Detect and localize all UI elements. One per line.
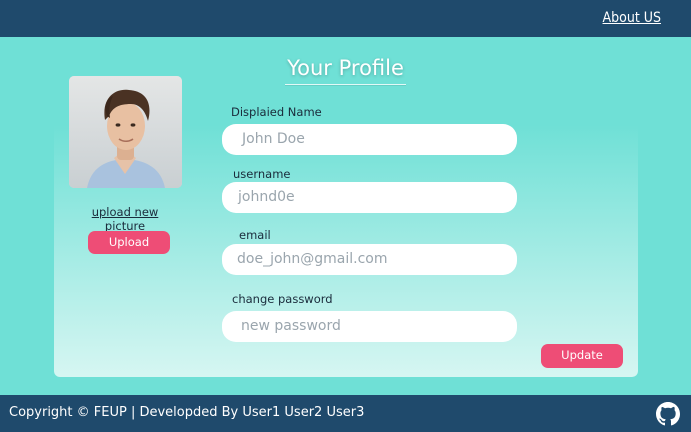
page-title-text: Your Profile xyxy=(285,56,406,85)
display-name-placeholder: John Doe xyxy=(242,131,305,147)
username-label: username xyxy=(233,167,291,181)
change-password-label: change password xyxy=(232,292,333,306)
github-icon[interactable] xyxy=(656,402,680,426)
email-label: email xyxy=(239,228,271,242)
about-us-link[interactable]: About US xyxy=(603,10,661,26)
footer-copyright: Copyright © FEUP | Developded By User1 U… xyxy=(9,405,365,420)
new-password-field[interactable]: new password xyxy=(222,311,517,342)
upload-new-picture-link[interactable]: upload new picture xyxy=(75,205,175,233)
username-placeholder: johnd0e xyxy=(238,189,295,205)
email-placeholder: doe_john@gmail.com xyxy=(237,251,388,267)
password-placeholder: new password xyxy=(241,318,341,334)
display-name-label: Displaied Name xyxy=(231,105,322,119)
top-navbar: About US xyxy=(0,0,691,37)
upload-button[interactable]: Upload xyxy=(88,231,170,254)
update-button[interactable]: Update xyxy=(541,344,623,368)
username-field[interactable]: johnd0e xyxy=(222,182,517,213)
footer: Copyright © FEUP | Developded By User1 U… xyxy=(0,395,691,432)
display-name-field[interactable]: John Doe xyxy=(222,124,517,155)
avatar-photo xyxy=(69,76,182,188)
profile-avatar xyxy=(69,76,182,188)
email-field[interactable]: doe_john@gmail.com xyxy=(222,244,517,275)
